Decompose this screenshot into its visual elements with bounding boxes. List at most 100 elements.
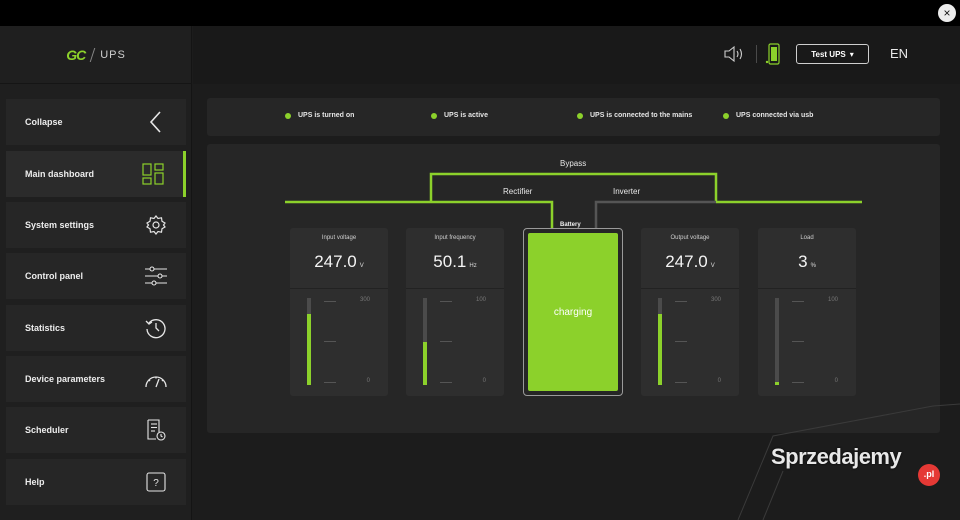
gauge-min-label: 0 <box>482 378 486 384</box>
value-unit: V <box>710 263 715 269</box>
gauge-tick <box>792 341 804 342</box>
speaker-icon[interactable] <box>723 45 745 63</box>
card-title: Input voltage <box>321 235 357 241</box>
chevron-down-icon: ▾ <box>849 49 854 59</box>
load-card: Load 3% 100 0 <box>758 228 856 396</box>
dashboard-grid-icon <box>142 163 164 185</box>
sidebar-item-statistics[interactable]: Statistics <box>6 305 186 351</box>
gauge-min-label: 0 <box>717 378 721 384</box>
card-title: Output voltage <box>670 235 710 241</box>
card-divider <box>406 288 504 289</box>
value-unit: % <box>810 263 816 269</box>
input-frequency-card: Input frequency 50.1 Hz 100 0 <box>406 228 504 396</box>
status-dot-icon <box>285 112 291 119</box>
app-logo: GC UPS <box>0 26 192 84</box>
sidebar-item-label: Scheduler <box>25 425 69 435</box>
card-value: 3% <box>758 252 856 272</box>
card-divider <box>758 288 856 289</box>
svg-text:?: ? <box>153 478 159 489</box>
value-unit: Hz <box>469 263 477 269</box>
gauge-max-label: 100 <box>827 297 838 303</box>
status-dot-icon <box>723 112 729 119</box>
level-gauge <box>423 298 427 385</box>
watermark-text: Sprzedajemy <box>771 444 902 469</box>
sidebar-item-collapse[interactable]: Collapse <box>6 99 186 145</box>
sidebar-item-label: System settings <box>25 220 95 230</box>
gauge-tick <box>675 382 687 383</box>
sidebar-item-help[interactable]: Help ? <box>6 459 186 505</box>
language-switch[interactable]: EN <box>890 46 908 61</box>
gauge-min-label: 0 <box>834 378 838 384</box>
gauge-max-label: 300 <box>710 297 721 303</box>
rectifier-label: Rectifier <box>503 187 533 196</box>
status-text: UPS is active <box>444 112 488 119</box>
card-title: Load <box>800 235 814 241</box>
gauge-fill <box>307 313 311 385</box>
gauge-tick <box>440 341 452 342</box>
card-divider <box>290 288 388 289</box>
status-text: UPS is connected to the mains <box>590 112 693 119</box>
output-voltage-card: Output voltage 247.0 V 300 0 <box>641 228 739 396</box>
gauge-max-label: 300 <box>359 297 370 303</box>
gauge-max-label: 100 <box>475 297 486 303</box>
brand-mark: GC <box>66 46 86 63</box>
brand-name: UPS <box>100 48 126 61</box>
status-dot-icon <box>577 112 583 119</box>
level-gauge <box>307 298 311 385</box>
phone-battery-icon[interactable] <box>765 43 781 65</box>
card-value: 50.1 Hz <box>406 252 504 272</box>
gauge-tick <box>440 301 452 302</box>
card-divider <box>641 288 739 289</box>
value-number: 247.0 <box>314 252 357 271</box>
ups-select-value: Test UPS <box>811 49 846 59</box>
input-voltage-card: Input voltage 247.0 V 300 0 <box>290 228 388 396</box>
value-number: 50.1 <box>433 252 467 271</box>
card-value: 247.0 V <box>641 252 739 272</box>
header-divider <box>756 45 757 63</box>
gauge-tick <box>792 382 804 383</box>
level-gauge <box>775 298 779 385</box>
sidebar-item-control-panel[interactable]: Control panel <box>6 253 186 299</box>
status-bar: UPS is turned on UPS is active UPS is co… <box>207 98 940 136</box>
sidebar-item-device-parameters[interactable]: Device parameters <box>6 356 186 402</box>
gauge-fill <box>775 382 779 385</box>
sidebar-item-label: Main dashboard <box>25 169 95 179</box>
gauge-tick <box>675 341 687 342</box>
rectifier-line <box>431 200 554 228</box>
value-number: 247.0 <box>665 252 708 271</box>
gauge-tick <box>324 382 336 383</box>
status-text: UPS connected via usb <box>736 112 814 119</box>
sidebar-item-system-settings[interactable]: System settings <box>6 202 186 248</box>
status-text: UPS is turned on <box>298 112 355 119</box>
power-flow-panel: Bypass Rectifier Inverter Input voltage … <box>207 144 940 433</box>
logo-separator <box>89 47 96 62</box>
sidebar-item-label: Control panel <box>25 271 83 281</box>
gauge-tick <box>324 341 336 342</box>
sidebar-item-label: Device parameters <box>25 374 106 384</box>
watermark-badge: .pl <box>918 464 940 486</box>
sidebar-item-label: Help <box>25 477 45 487</box>
sliders-icon <box>145 266 167 286</box>
sidebar-item-label: Statistics <box>25 323 66 333</box>
status-dot-icon <box>431 112 437 119</box>
status-item: UPS connected via usb <box>723 112 813 119</box>
sidebar: GC UPS Collapse Main dashboard System se… <box>0 26 192 520</box>
status-item: UPS is connected to the mains <box>577 112 692 119</box>
status-item: UPS is active <box>431 112 488 119</box>
sidebar-item-scheduler[interactable]: Scheduler <box>6 407 186 453</box>
gauge-fill <box>423 341 427 385</box>
sidebar-item-label: Collapse <box>25 117 63 127</box>
close-icon[interactable]: × <box>938 4 956 22</box>
gauge-tick <box>324 301 336 302</box>
chevron-left-icon <box>149 111 161 133</box>
value-unit: V <box>359 263 364 269</box>
inverter-label: Inverter <box>613 187 641 196</box>
bypass-label: Bypass <box>560 159 587 168</box>
gauge-tick <box>675 301 687 302</box>
bypass-line <box>429 172 718 202</box>
help-question-icon: ? <box>146 472 166 492</box>
inverter-line <box>594 200 716 228</box>
sidebar-item-main-dashboard[interactable]: Main dashboard <box>6 151 186 197</box>
gauge-icon <box>145 376 167 388</box>
ups-device-select[interactable]: Test UPS ▾ <box>796 44 869 64</box>
